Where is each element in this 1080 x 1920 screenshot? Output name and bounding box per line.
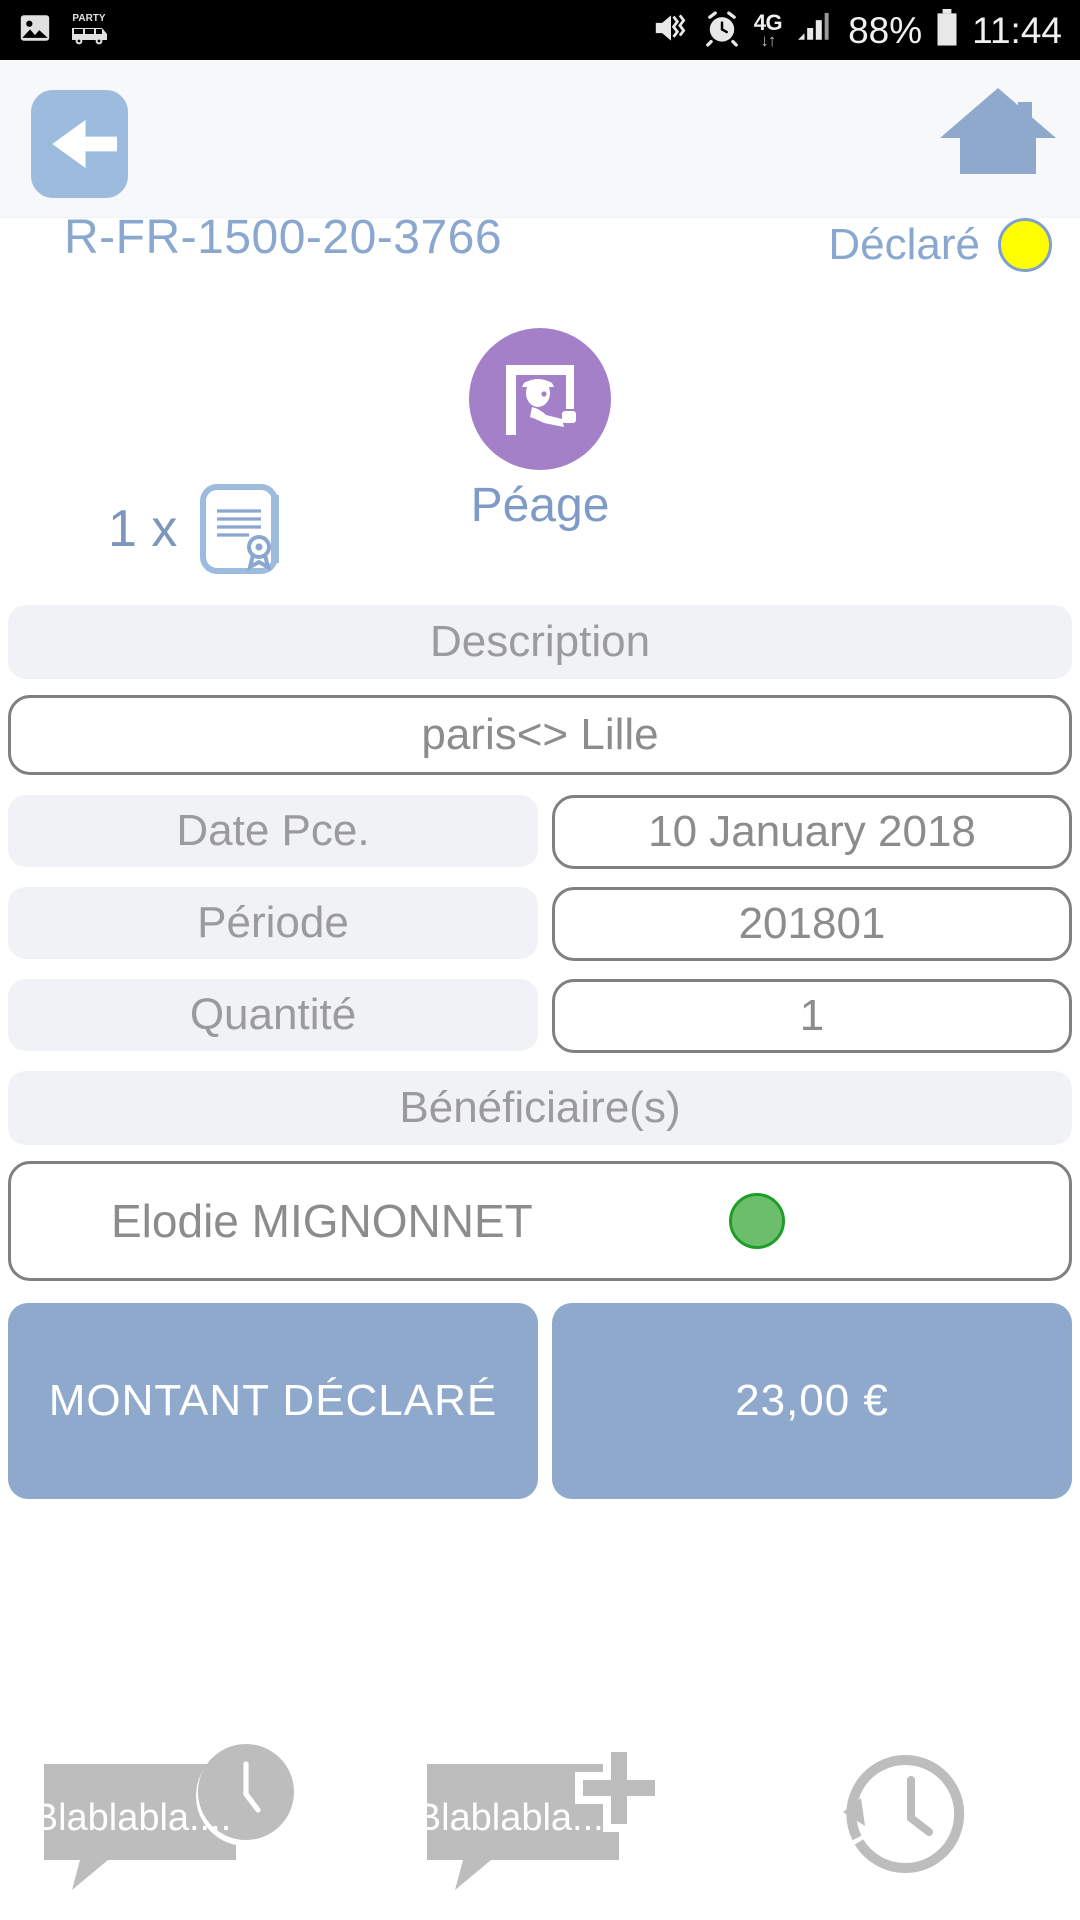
- beneficiary-name: Elodie MIGNONNET: [111, 1195, 533, 1247]
- beneficiary-row[interactable]: Elodie MIGNONNET: [8, 1161, 1072, 1281]
- reference-row: R-FR-1500-20-3766 Déclaré: [0, 211, 1080, 310]
- bottom-toolbar: Blablabla.... Blablabla....: [0, 1710, 1080, 1920]
- status-bar: PARTY 4G ↓↑ 88% 11:44: [0, 0, 1080, 60]
- history-button[interactable]: [732, 1740, 1080, 1890]
- battery-percentage-label: 88%: [848, 9, 923, 51]
- network-4g-icon: 4G ↓↑: [754, 11, 783, 50]
- date-label: Date Pce.: [8, 795, 538, 867]
- category-label: Péage: [470, 479, 610, 532]
- party-van-icon: PARTY: [68, 10, 110, 51]
- home-icon: [940, 88, 1056, 174]
- mute-vibrate-icon: [652, 10, 690, 51]
- back-arrow-icon: [51, 119, 117, 169]
- certificate-icon[interactable]: [199, 483, 283, 575]
- svg-text:PARTY: PARTY: [72, 13, 105, 24]
- amount-value[interactable]: 23,00 €: [552, 1303, 1072, 1499]
- toll-booth-icon: [506, 365, 576, 435]
- form-row-date: Date Pce. 10 January 2018: [8, 795, 1072, 869]
- status-label: Déclaré: [828, 220, 980, 269]
- description-label: Description: [8, 605, 1072, 679]
- quantity-label: Quantité: [8, 979, 538, 1051]
- clock-label: 11:44: [972, 9, 1062, 51]
- period-input[interactable]: 201801: [552, 887, 1072, 961]
- description-input[interactable]: paris<> Lille: [8, 695, 1072, 775]
- comment-history-button[interactable]: Blablabla....: [0, 1740, 384, 1890]
- add-comment-icon: Blablabla....: [419, 1744, 663, 1890]
- attachment-quantity-label: 1 x: [108, 500, 178, 558]
- data-transfer-arrows-icon: ↓↑: [760, 30, 776, 50]
- comment-history-icon: Blablabla....: [36, 1744, 296, 1890]
- form-row-period: Période 201801: [8, 887, 1072, 961]
- add-comment-bubble-text: Blablabla....: [419, 1797, 614, 1839]
- photo-icon: [18, 11, 52, 50]
- status-badge: [998, 218, 1052, 272]
- history-clock-icon: [843, 1754, 965, 1873]
- comment-bubble-text: Blablabla....: [36, 1797, 231, 1839]
- back-button[interactable]: [31, 90, 128, 198]
- category-icon-circle: [469, 328, 611, 470]
- form-row-quantity: Quantité 1: [8, 979, 1072, 1053]
- battery-icon: [935, 8, 959, 52]
- period-label: Période: [8, 887, 538, 959]
- status-bar-right-icons: 4G ↓↑ 88% 11:44: [652, 8, 1062, 52]
- add-comment-button[interactable]: Blablabla....: [384, 1740, 732, 1890]
- beneficiary-label: Bénéficiaire(s): [8, 1071, 1072, 1145]
- beneficiary-status-badge: [729, 1193, 785, 1249]
- amount-section: MONTANT DÉCLARÉ 23,00 €: [0, 1303, 1080, 1499]
- status-bar-left-icons: PARTY: [18, 10, 110, 51]
- quantity-input[interactable]: 1: [552, 979, 1072, 1053]
- signal-bars-icon: [795, 11, 835, 50]
- amount-label: MONTANT DÉCLARÉ: [8, 1303, 538, 1499]
- reference-code: R-FR-1500-20-3766: [64, 211, 503, 264]
- alarm-icon: [703, 9, 741, 52]
- declaration-status[interactable]: Déclaré: [828, 218, 1052, 272]
- date-input[interactable]: 10 January 2018: [552, 795, 1072, 869]
- expense-form: Description paris<> Lille Date Pce. 10 J…: [0, 605, 1080, 1281]
- header-band: [0, 60, 1080, 218]
- home-button[interactable]: [936, 80, 1060, 180]
